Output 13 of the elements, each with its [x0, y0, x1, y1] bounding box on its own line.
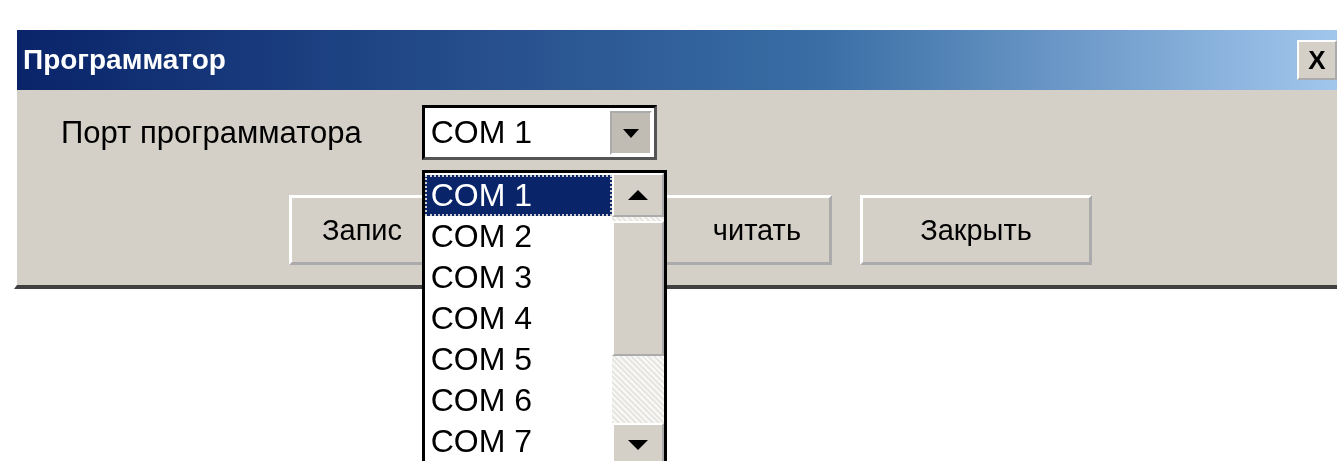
dialog-button[interactable]: Закрыть: [860, 195, 1092, 265]
dropdown-option[interactable]: COM 1: [424, 175, 612, 216]
port-label: Порт программатора: [61, 114, 362, 151]
port-dropdown[interactable]: COM 1: [421, 105, 657, 160]
dropdown-option[interactable]: COM 7: [424, 421, 612, 461]
close-button[interactable]: X: [1297, 40, 1337, 80]
scrollbar-thumb[interactable]: [611, 221, 664, 356]
dropdown-option[interactable]: COM 4: [424, 298, 612, 339]
window-title: Программатор: [22, 44, 226, 76]
scroll-down-icon[interactable]: [611, 423, 664, 461]
dropdown-option[interactable]: COM 5: [424, 339, 612, 380]
dropdown-option[interactable]: COM 6: [424, 380, 612, 421]
scroll-up-icon[interactable]: [611, 173, 664, 217]
